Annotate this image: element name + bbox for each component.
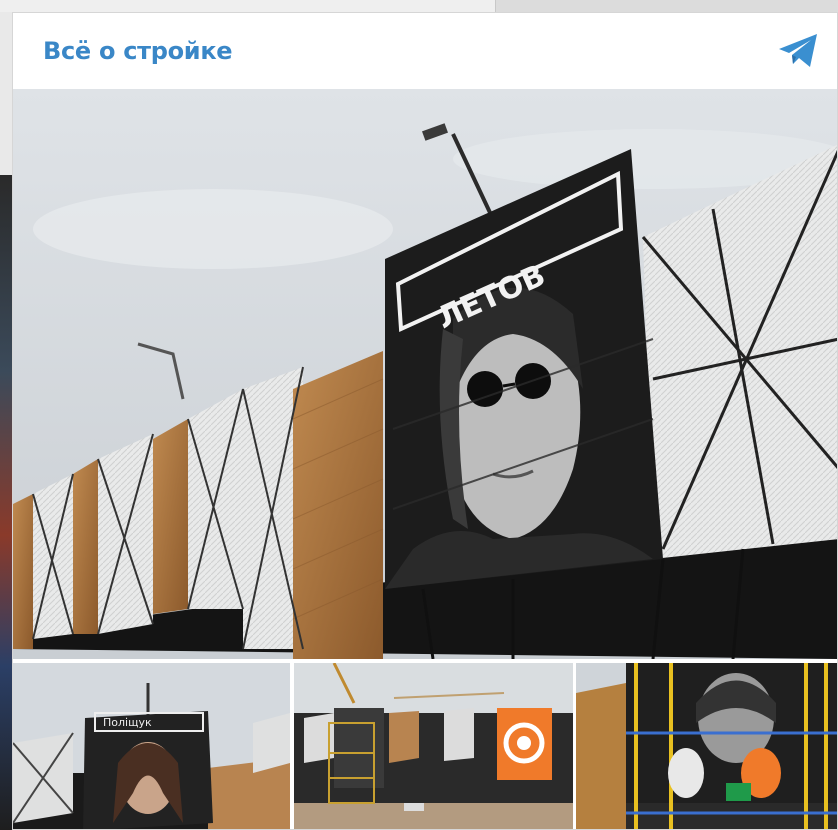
post-card: Всё о стройке ЛЕТОВ Поліщук bbox=[12, 12, 838, 830]
background-image-edge bbox=[0, 175, 12, 830]
post-header: Всё о стройке bbox=[13, 13, 837, 89]
thumbnail-photo-1[interactable]: Поліщук bbox=[13, 663, 290, 829]
thumbnail-photo-2[interactable] bbox=[294, 663, 573, 829]
main-photo[interactable]: ЛЕТОВ bbox=[13, 89, 837, 659]
telegram-icon[interactable] bbox=[775, 27, 823, 75]
background-panel bbox=[495, 0, 838, 12]
channel-title[interactable]: Всё о стройке bbox=[43, 37, 233, 65]
thumbnail-strip: Поліщук bbox=[13, 659, 837, 829]
thumbnail-sign-text: Поліщук bbox=[103, 716, 152, 729]
thumbnail-photo-3[interactable] bbox=[576, 663, 837, 829]
